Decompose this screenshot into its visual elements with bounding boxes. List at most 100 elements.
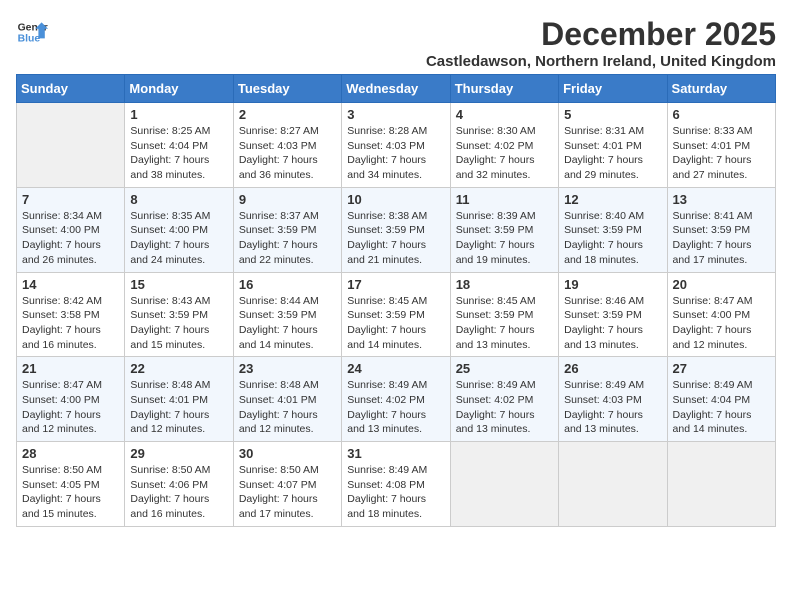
calendar-week-row: 14 Sunrise: 8:42 AMSunset: 3:58 PMDayligh…: [17, 272, 776, 357]
day-number: 8: [130, 192, 227, 207]
day-info: Sunrise: 8:46 AMSunset: 3:59 PMDaylight:…: [564, 294, 661, 353]
calendar-cell: 18Sunrise: 8:45 AMSunset: 3:59 PMDayligh…: [450, 272, 558, 357]
weekday-header: Saturday: [667, 75, 775, 103]
day-number: 4: [456, 107, 553, 122]
day-info: Sunrise: 8:50 AMSunset: 4:06 PMDaylight:…: [130, 463, 227, 522]
logo: General Blue: [16, 16, 48, 48]
day-number: 16: [239, 277, 336, 292]
day-info: Sunrise: 8:30 AMSunset: 4:02 PMDaylight:…: [456, 124, 553, 183]
day-info: Sunrise: 8:49 AMSunset: 4:03 PMDaylight:…: [564, 378, 661, 437]
day-number: 7: [22, 192, 119, 207]
calendar-cell: 8 Sunrise: 8:35 AMSunset: 4:00 PMDaylight…: [125, 187, 233, 272]
weekday-header: Sunday: [17, 75, 125, 103]
day-number: 2: [239, 107, 336, 122]
calendar-cell: 22 Sunrise: 8:48 AMSunset: 4:01 PMDayligh…: [125, 357, 233, 442]
day-info: Sunrise: 8:38 AMSunset: 3:59 PMDaylight:…: [347, 209, 444, 268]
title-block: December 2025 Castledawson, Northern Ire…: [426, 16, 776, 70]
day-number: 9: [239, 192, 336, 207]
day-number: 21: [22, 361, 119, 376]
day-number: 6: [673, 107, 770, 122]
month-title: December 2025: [426, 16, 776, 53]
day-number: 26: [564, 361, 661, 376]
day-number: 20: [673, 277, 770, 292]
day-info: Sunrise: 8:49 AMSunset: 4:04 PMDaylight:…: [673, 378, 770, 437]
calendar-cell: 10Sunrise: 8:38 AMSunset: 3:59 PMDayligh…: [342, 187, 450, 272]
calendar-cell: 30 Sunrise: 8:50 AMSunset: 4:07 PMDayligh…: [233, 442, 341, 527]
calendar-cell: 5Sunrise: 8:31 AMSunset: 4:01 PMDaylight…: [559, 103, 667, 188]
day-info: Sunrise: 8:48 AMSunset: 4:01 PMDaylight:…: [239, 378, 336, 437]
calendar-week-row: 1Sunrise: 8:25 AMSunset: 4:04 PMDaylight…: [17, 103, 776, 188]
calendar-cell: 13 Sunrise: 8:41 AMSunset: 3:59 PMDayligh…: [667, 187, 775, 272]
day-number: 22: [130, 361, 227, 376]
day-number: 31: [347, 446, 444, 461]
calendar-cell: 1Sunrise: 8:25 AMSunset: 4:04 PMDaylight…: [125, 103, 233, 188]
weekday-header-row: SundayMondayTuesdayWednesdayThursdayFrid…: [17, 75, 776, 103]
day-number: 30: [239, 446, 336, 461]
day-info: Sunrise: 8:48 AMSunset: 4:01 PMDaylight:…: [130, 378, 227, 437]
calendar-cell: 25 Sunrise: 8:49 AMSunset: 4:02 PMDayligh…: [450, 357, 558, 442]
day-info: Sunrise: 8:50 AMSunset: 4:07 PMDaylight:…: [239, 463, 336, 522]
day-number: 18: [456, 277, 553, 292]
calendar-cell: 24Sunrise: 8:49 AMSunset: 4:02 PMDayligh…: [342, 357, 450, 442]
calendar-cell: 14 Sunrise: 8:42 AMSunset: 3:58 PMDayligh…: [17, 272, 125, 357]
day-number: 23: [239, 361, 336, 376]
day-number: 14: [22, 277, 119, 292]
day-info: Sunrise: 8:42 AMSunset: 3:58 PMDaylight:…: [22, 294, 119, 353]
day-info: Sunrise: 8:27 AMSunset: 4:03 PMDaylight:…: [239, 124, 336, 183]
day-info: Sunrise: 8:49 AMSunset: 4:08 PMDaylight:…: [347, 463, 444, 522]
calendar-cell: 12 Sunrise: 8:40 AMSunset: 3:59 PMDayligh…: [559, 187, 667, 272]
calendar-cell: 31 Sunrise: 8:49 AMSunset: 4:08 PMDayligh…: [342, 442, 450, 527]
calendar-cell: [17, 103, 125, 188]
day-number: 5: [564, 107, 661, 122]
day-number: 25: [456, 361, 553, 376]
day-number: 28: [22, 446, 119, 461]
day-info: Sunrise: 8:45 AMSunset: 3:59 PMDaylight:…: [347, 294, 444, 353]
calendar-cell: 2 Sunrise: 8:27 AMSunset: 4:03 PMDaylight…: [233, 103, 341, 188]
weekday-header: Thursday: [450, 75, 558, 103]
day-number: 17: [347, 277, 444, 292]
day-number: 29: [130, 446, 227, 461]
day-info: Sunrise: 8:37 AMSunset: 3:59 PMDaylight:…: [239, 209, 336, 268]
day-info: Sunrise: 8:41 AMSunset: 3:59 PMDaylight:…: [673, 209, 770, 268]
svg-text:Blue: Blue: [18, 34, 41, 45]
calendar-cell: 19 Sunrise: 8:46 AMSunset: 3:59 PMDayligh…: [559, 272, 667, 357]
day-info: Sunrise: 8:40 AMSunset: 3:59 PMDaylight:…: [564, 209, 661, 268]
calendar-cell: 21Sunrise: 8:47 AMSunset: 4:00 PMDayligh…: [17, 357, 125, 442]
location: Castledawson, Northern Ireland, United K…: [426, 53, 776, 70]
calendar-cell: 28Sunrise: 8:50 AMSunset: 4:05 PMDayligh…: [17, 442, 125, 527]
calendar-cell: 20Sunrise: 8:47 AMSunset: 4:00 PMDayligh…: [667, 272, 775, 357]
day-number: 19: [564, 277, 661, 292]
day-info: Sunrise: 8:35 AMSunset: 4:00 PMDaylight:…: [130, 209, 227, 268]
page-header: General Blue December 2025 Castledawson,…: [16, 16, 776, 70]
calendar-week-row: 28Sunrise: 8:50 AMSunset: 4:05 PMDayligh…: [17, 442, 776, 527]
day-number: 3: [347, 107, 444, 122]
day-info: Sunrise: 8:44 AMSunset: 3:59 PMDaylight:…: [239, 294, 336, 353]
calendar-cell: 9 Sunrise: 8:37 AMSunset: 3:59 PMDaylight…: [233, 187, 341, 272]
day-number: 12: [564, 192, 661, 207]
calendar-cell: 3 Sunrise: 8:28 AMSunset: 4:03 PMDaylight…: [342, 103, 450, 188]
calendar-cell: 17 Sunrise: 8:45 AMSunset: 3:59 PMDayligh…: [342, 272, 450, 357]
calendar-week-row: 7 Sunrise: 8:34 AMSunset: 4:00 PMDaylight…: [17, 187, 776, 272]
calendar-cell: 27Sunrise: 8:49 AMSunset: 4:04 PMDayligh…: [667, 357, 775, 442]
logo-icon: General Blue: [16, 16, 48, 48]
day-number: 11: [456, 192, 553, 207]
day-info: Sunrise: 8:49 AMSunset: 4:02 PMDaylight:…: [456, 378, 553, 437]
calendar-cell: 6Sunrise: 8:33 AMSunset: 4:01 PMDaylight…: [667, 103, 775, 188]
weekday-header: Friday: [559, 75, 667, 103]
day-number: 13: [673, 192, 770, 207]
calendar-cell: 26 Sunrise: 8:49 AMSunset: 4:03 PMDayligh…: [559, 357, 667, 442]
calendar-week-row: 21Sunrise: 8:47 AMSunset: 4:00 PMDayligh…: [17, 357, 776, 442]
calendar-table: SundayMondayTuesdayWednesdayThursdayFrid…: [16, 74, 776, 527]
day-info: Sunrise: 8:39 AMSunset: 3:59 PMDaylight:…: [456, 209, 553, 268]
day-number: 15: [130, 277, 227, 292]
calendar-cell: [667, 442, 775, 527]
calendar-cell: 29 Sunrise: 8:50 AMSunset: 4:06 PMDayligh…: [125, 442, 233, 527]
calendar-cell: 7 Sunrise: 8:34 AMSunset: 4:00 PMDaylight…: [17, 187, 125, 272]
calendar-cell: 11 Sunrise: 8:39 AMSunset: 3:59 PMDayligh…: [450, 187, 558, 272]
day-number: 1: [130, 107, 227, 122]
day-number: 24: [347, 361, 444, 376]
day-info: Sunrise: 8:34 AMSunset: 4:00 PMDaylight:…: [22, 209, 119, 268]
calendar-cell: [450, 442, 558, 527]
day-info: Sunrise: 8:28 AMSunset: 4:03 PMDaylight:…: [347, 124, 444, 183]
calendar-cell: 4 Sunrise: 8:30 AMSunset: 4:02 PMDaylight…: [450, 103, 558, 188]
